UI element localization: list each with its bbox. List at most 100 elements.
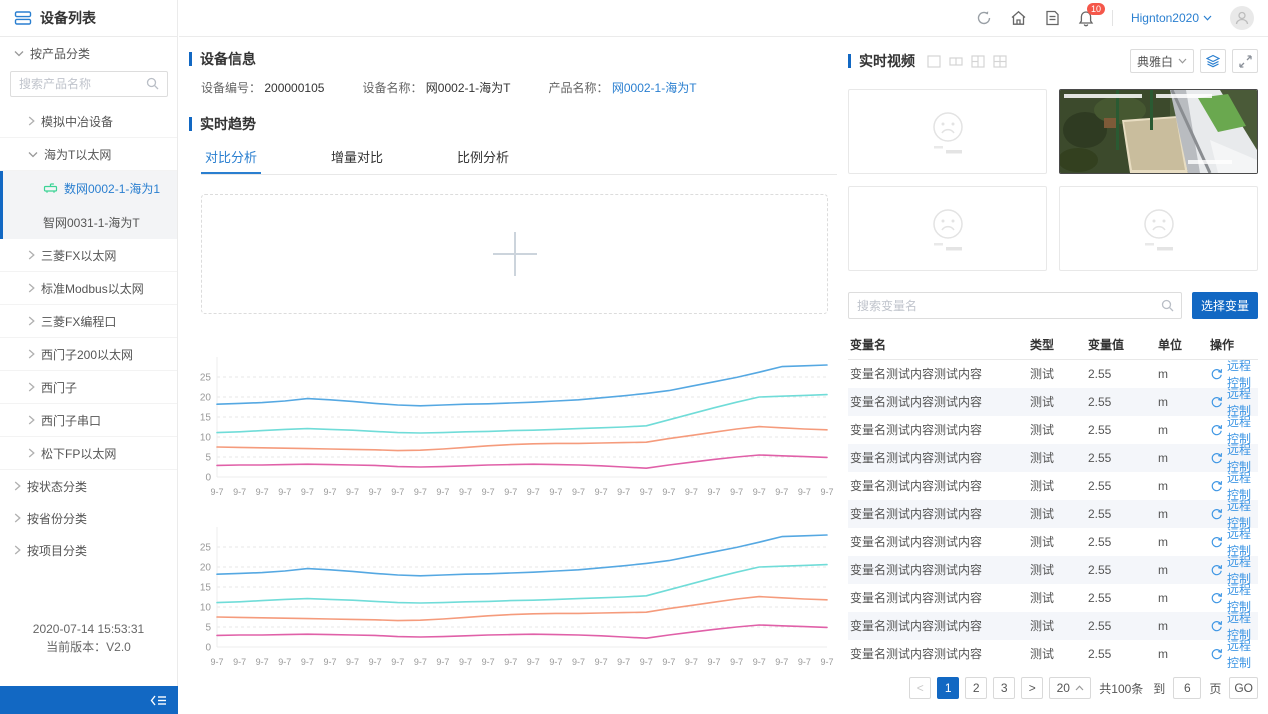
sidebar-tree-item[interactable]: 西门子200以太网	[0, 338, 177, 371]
trend-tab[interactable]: 增量对比	[327, 137, 387, 174]
remote-control-link[interactable]: 远程控制	[1210, 584, 1256, 612]
chevron-right-icon	[28, 448, 35, 458]
sidebar-tree-item[interactable]: 西门子串口	[0, 404, 177, 437]
svg-text:9-7: 9-7	[504, 657, 517, 667]
product-name-link[interactable]: 网0002-1-海为T	[612, 81, 697, 95]
chevron-right-icon	[14, 545, 21, 555]
svg-text:9-7: 9-7	[798, 657, 811, 667]
chevron-down-icon	[1178, 58, 1187, 64]
cell-unit: m	[1156, 584, 1208, 612]
refresh-icon[interactable]	[976, 10, 992, 26]
pagination-go-button[interactable]: GO	[1229, 677, 1258, 699]
video-cell-live[interactable]	[1059, 89, 1258, 174]
sidebar-tree-item[interactable]: 三菱FX以太网	[0, 239, 177, 272]
remote-control-link[interactable]: 远程控制	[1210, 472, 1256, 500]
svg-text:9-7: 9-7	[708, 657, 721, 667]
sidebar-tree-item[interactable]: 海为T以太网	[0, 138, 177, 171]
layers-button[interactable]	[1200, 49, 1226, 73]
remote-control-link[interactable]: 远程控制	[1210, 444, 1256, 472]
svg-text:9-7: 9-7	[640, 487, 653, 497]
pagination-next-button[interactable]: >	[1021, 677, 1043, 699]
sidebar-version: 当前版本：V2.0	[0, 638, 177, 656]
cell-value: 2.55	[1086, 388, 1156, 416]
video-cell-empty[interactable]	[848, 89, 1047, 174]
add-chart-box[interactable]	[201, 194, 828, 314]
remote-control-link[interactable]: 远程控制	[1210, 416, 1256, 444]
remote-control-link[interactable]: 远程控制	[1210, 360, 1256, 388]
document-icon[interactable]	[1045, 10, 1060, 26]
variable-search-row: 选择变量	[848, 292, 1258, 319]
product-name-field: 产品名称： 网0002-1-海为T	[549, 79, 697, 96]
chevron-right-icon	[28, 283, 35, 293]
svg-text:9-7: 9-7	[369, 657, 382, 667]
layout-4-icon[interactable]	[993, 55, 1007, 68]
video-cell-empty[interactable]	[848, 186, 1047, 271]
table-column-header: 变量值	[1086, 330, 1156, 359]
sidebar-category-product[interactable]: 按产品分类	[0, 37, 177, 69]
bell-icon[interactable]: 10	[1078, 10, 1094, 27]
pagination-page[interactable]: 2	[965, 677, 987, 699]
svg-text:9-7: 9-7	[482, 657, 495, 667]
sidebar-device-item-selected[interactable]: 数网0002-1-海为1	[3, 171, 177, 205]
username-menu[interactable]: Hignton2020	[1131, 11, 1212, 25]
chevron-down-icon	[1203, 15, 1212, 21]
sidebar-tree-item[interactable]: 西门子	[0, 371, 177, 404]
remote-control-link[interactable]: 远程控制	[1210, 640, 1256, 668]
sidebar-tree-item[interactable]: 三菱FX编程口	[0, 305, 177, 338]
svg-text:9-7: 9-7	[414, 487, 427, 497]
sidebar-category[interactable]: 按省份分类	[0, 502, 177, 534]
avatar[interactable]	[1230, 6, 1254, 30]
remote-control-link[interactable]: 远程控制	[1210, 528, 1256, 556]
table-row: 变量名测试内容测试内容测试2.55m远程控制	[848, 584, 1258, 612]
no-video-icon	[922, 203, 974, 255]
svg-text:9-7: 9-7	[820, 487, 833, 497]
home-icon[interactable]	[1010, 10, 1027, 26]
svg-text:9-7: 9-7	[730, 487, 743, 497]
pagination-prev-button[interactable]: <	[909, 677, 931, 699]
svg-text:9-7: 9-7	[617, 487, 630, 497]
cell-type: 测试	[1028, 416, 1086, 444]
sidebar-collapse-bar[interactable]	[0, 686, 178, 714]
cell-type: 测试	[1028, 556, 1086, 584]
sidebar-category[interactable]: 按状态分类	[0, 470, 177, 502]
remote-control-link[interactable]: 远程控制	[1210, 612, 1256, 640]
svg-text:9-7: 9-7	[572, 487, 585, 497]
cell-type: 测试	[1028, 444, 1086, 472]
layout-1-icon[interactable]	[927, 55, 941, 68]
page-size-select[interactable]: 20	[1049, 677, 1091, 699]
pagination-page[interactable]: 3	[993, 677, 1015, 699]
video-cell-empty[interactable]	[1059, 186, 1258, 271]
pagination-page-current[interactable]: 1	[937, 677, 959, 699]
table-row: 变量名测试内容测试内容测试2.55m远程控制	[848, 444, 1258, 472]
svg-text:9-7: 9-7	[391, 657, 404, 667]
sidebar-tree-item[interactable]: 模拟中冶设备	[0, 105, 177, 138]
svg-text:25: 25	[200, 373, 212, 384]
trend-tab[interactable]: 对比分析	[201, 137, 261, 174]
pagination-jump-input[interactable]: 6	[1173, 677, 1201, 699]
svg-text:20: 20	[200, 563, 212, 574]
variable-search-input[interactable]	[848, 292, 1182, 319]
sidebar-device-item[interactable]: 智网0031-1-海为T	[3, 205, 177, 239]
search-icon	[1161, 299, 1174, 312]
cell-unit: m	[1156, 500, 1208, 528]
layout-3-icon[interactable]	[971, 55, 985, 68]
trend-tab[interactable]: 比例分析	[453, 137, 513, 174]
sidebar-tree-children: 数网0002-1-海为1智网0031-1-海为T	[0, 171, 177, 239]
remote-control-link[interactable]: 远程控制	[1210, 388, 1256, 416]
remote-control-link[interactable]: 远程控制	[1210, 500, 1256, 528]
cell-variable-name: 变量名测试内容测试内容	[848, 640, 1028, 668]
sidebar-category[interactable]: 按项目分类	[0, 534, 177, 566]
product-search-input[interactable]	[10, 71, 168, 97]
svg-text:9-7: 9-7	[640, 657, 653, 667]
table-column-header: 类型	[1028, 330, 1086, 359]
main-content: 设备信息 设备编号： 200000105 设备名称： 网0002-1-海为T 产…	[179, 37, 837, 714]
sidebar-tree-item[interactable]: 标准Modbus以太网	[0, 272, 177, 305]
theme-select[interactable]: 典雅白	[1130, 49, 1194, 73]
svg-text:20: 20	[200, 393, 212, 404]
select-variable-button[interactable]: 选择变量	[1192, 292, 1258, 319]
pagination-page-label: 页	[1207, 680, 1223, 697]
sidebar-tree-item[interactable]: 松下FP以太网	[0, 437, 177, 470]
remote-control-link[interactable]: 远程控制	[1210, 556, 1256, 584]
layout-2-icon[interactable]	[949, 55, 963, 68]
expand-icon[interactable]	[1232, 49, 1258, 73]
